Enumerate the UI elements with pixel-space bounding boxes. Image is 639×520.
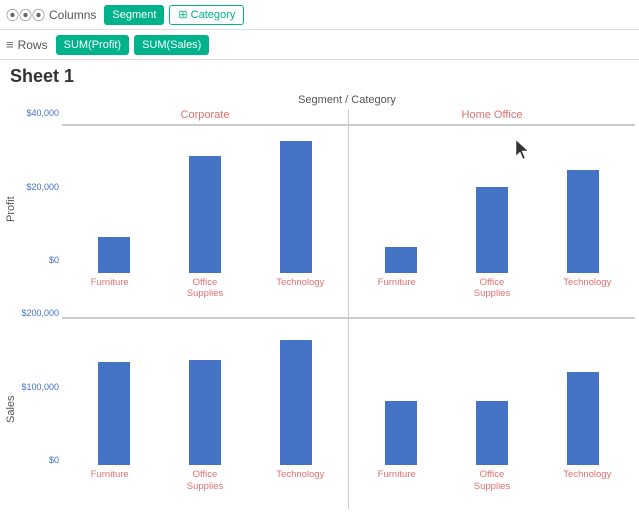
sales-charts-row: Furniture OfficeSupplies Technology xyxy=(62,318,635,510)
bar-tech-ho-sales xyxy=(567,372,599,465)
columns-toolbar: ⦿⦿⦿ Columns Segment ⊞ Category xyxy=(0,0,639,30)
bar-col-furniture-ho-profit xyxy=(355,130,446,273)
y-axes: Profit $40,000 $20,000 $0 Sales $200,000… xyxy=(4,109,62,509)
bar-col-tech-corp-sales xyxy=(251,323,342,466)
corporate-profit-chart: Furniture OfficeSupplies Technology xyxy=(62,125,349,317)
sheet-title: Sheet 1 xyxy=(0,60,639,91)
sales-tick-200k: $200,000 xyxy=(21,309,59,318)
profit-tick-40k: $40,000 xyxy=(26,109,59,118)
sum-profit-pill[interactable]: SUM(Profit) xyxy=(56,35,129,55)
bar-col-tech-ho-profit xyxy=(538,130,629,273)
xlabel-tech-corp-profit: Technology xyxy=(253,275,348,315)
bar-col-office-ho-profit xyxy=(446,130,537,273)
xlabel-office-corp-profit: OfficeSupplies xyxy=(157,275,252,315)
xlabel-office-ho-profit: OfficeSupplies xyxy=(444,275,539,315)
corporate-profit-bars xyxy=(62,126,348,273)
bar-col-office-corp-profit xyxy=(159,130,250,273)
xlabel-tech-corp-sales: Technology xyxy=(253,467,348,507)
rows-icon: ≡ xyxy=(6,37,14,52)
chart-title: Segment / Category xyxy=(0,91,639,109)
segment-cols: Corporate Home Office xyxy=(62,109,635,509)
bar-col-office-ho-sales xyxy=(446,323,537,466)
profit-tick-0: $0 xyxy=(49,256,59,309)
bar-col-office-corp-sales xyxy=(159,323,250,466)
columns-label: ⦿⦿⦿ Columns xyxy=(6,5,96,24)
homeoffice-sales-xlabels: Furniture OfficeSupplies Technology xyxy=(349,465,635,509)
profit-tick-col: $40,000 $20,000 $0 xyxy=(18,109,62,309)
bar-tech-ho-profit xyxy=(567,170,599,273)
profit-charts-row: Furniture OfficeSupplies Technology xyxy=(62,125,635,318)
rows-label: ≡ Rows xyxy=(6,37,48,52)
bar-col-furniture-corp-sales xyxy=(68,323,159,466)
homeoffice-profit-chart: Furniture OfficeSupplies Technology xyxy=(349,125,635,317)
bar-col-furniture-ho-sales xyxy=(355,323,446,466)
chart-main: Profit $40,000 $20,000 $0 Sales $200,000… xyxy=(0,109,639,509)
xlabel-tech-ho-sales: Technology xyxy=(540,467,635,507)
xlabel-furniture-ho-sales: Furniture xyxy=(349,467,444,507)
homeoffice-profit-xlabels: Furniture OfficeSupplies Technology xyxy=(349,273,635,317)
bar-office-ho-sales xyxy=(476,401,508,465)
xlabel-office-ho-sales: OfficeSupplies xyxy=(444,467,539,507)
xlabel-tech-ho-profit: Technology xyxy=(540,275,635,315)
bar-furniture-ho-profit xyxy=(385,247,417,273)
corporate-sales-chart: Furniture OfficeSupplies Technology xyxy=(62,318,349,510)
bar-office-corp-sales xyxy=(189,360,221,465)
sales-measure-label: Sales xyxy=(4,309,18,509)
bar-col-furniture-corp-profit xyxy=(68,130,159,273)
sales-tick-100k: $100,000 xyxy=(21,383,59,392)
xlabel-furniture-corp-sales: Furniture xyxy=(62,467,157,507)
bar-office-ho-profit xyxy=(476,187,508,273)
bar-col-tech-corp-profit xyxy=(251,130,342,273)
profit-tick-20k: $20,000 xyxy=(26,183,59,192)
corporate-header: Corporate xyxy=(62,109,349,125)
sales-tick-0: $0 xyxy=(49,456,59,509)
bar-furniture-corp-profit xyxy=(98,237,130,273)
bar-furniture-corp-sales xyxy=(98,362,130,465)
segment-pill[interactable]: Segment xyxy=(104,5,164,25)
homeoffice-profit-bars xyxy=(349,126,635,273)
category-pill[interactable]: ⊞ Category xyxy=(169,5,244,25)
bar-tech-corp-profit xyxy=(280,141,312,272)
xlabel-furniture-corp-profit: Furniture xyxy=(62,275,157,315)
corporate-sales-bars xyxy=(62,319,348,466)
sales-tick-col: $200,000 $100,000 $0 xyxy=(18,309,62,509)
sum-sales-pill[interactable]: SUM(Sales) xyxy=(134,35,209,55)
homeoffice-header: Home Office xyxy=(349,109,635,125)
profit-axis-row: Profit $40,000 $20,000 $0 xyxy=(4,109,62,309)
corporate-sales-xlabels: Furniture OfficeSupplies Technology xyxy=(62,465,348,509)
columns-icon: ⦿⦿⦿ xyxy=(6,5,45,24)
sales-axis-row: Sales $200,000 $100,000 $0 xyxy=(4,309,62,509)
homeoffice-sales-chart: Furniture OfficeSupplies Technology xyxy=(349,318,635,510)
xlabel-office-corp-sales: OfficeSupplies xyxy=(157,467,252,507)
bar-furniture-ho-sales xyxy=(385,401,417,465)
homeoffice-sales-bars xyxy=(349,319,635,466)
segment-headers: Corporate Home Office xyxy=(62,109,635,125)
rows-toolbar: ≡ Rows SUM(Profit) SUM(Sales) xyxy=(0,30,639,60)
bar-tech-corp-sales xyxy=(280,340,312,465)
bar-col-tech-ho-sales xyxy=(538,323,629,466)
profit-measure-label: Profit xyxy=(4,109,18,309)
axis-left: Profit $40,000 $20,000 $0 Sales $200,000… xyxy=(4,109,62,509)
corporate-profit-xlabels: Furniture OfficeSupplies Technology xyxy=(62,273,348,317)
bar-office-corp-profit xyxy=(189,156,221,273)
xlabel-furniture-ho-profit: Furniture xyxy=(349,275,444,315)
